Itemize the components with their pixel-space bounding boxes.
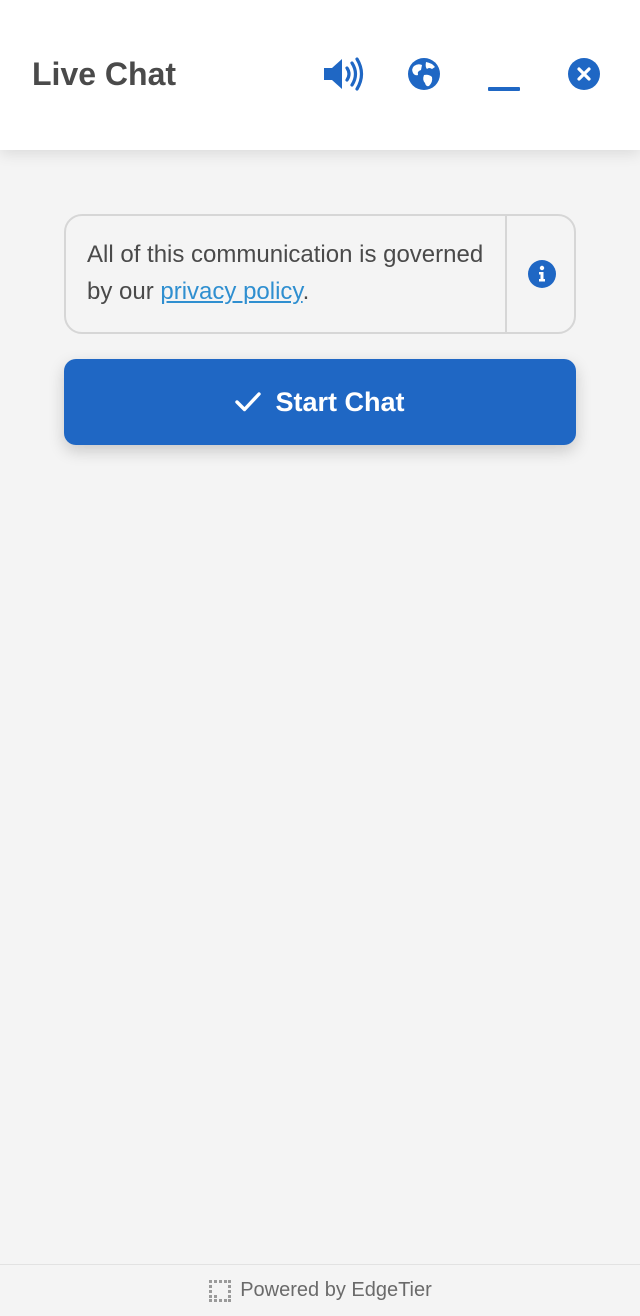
start-chat-button[interactable]: Start Chat bbox=[64, 359, 576, 445]
globe-icon bbox=[408, 58, 440, 90]
privacy-notice-text: All of this communication is governed by… bbox=[87, 236, 497, 310]
chat-body: All of this communication is governed by… bbox=[0, 150, 640, 1264]
check-icon bbox=[235, 392, 262, 412]
volume-icon bbox=[324, 57, 364, 91]
info-button[interactable] bbox=[507, 216, 576, 332]
info-icon bbox=[527, 260, 556, 288]
language-button[interactable] bbox=[402, 52, 446, 96]
footer: Powered by EdgeTier bbox=[0, 1264, 640, 1316]
notice-text-after: . bbox=[302, 278, 310, 305]
page-title: Live Chat bbox=[32, 56, 177, 92]
edgetier-logo-icon bbox=[209, 1279, 232, 1302]
chat-header: Live Chat bbox=[0, 0, 640, 150]
minimize-icon bbox=[488, 87, 520, 91]
powered-by-text: Powered by EdgeTier bbox=[240, 1279, 432, 1301]
privacy-notice: All of this communication is governed by… bbox=[64, 214, 576, 334]
close-icon bbox=[568, 58, 600, 90]
minimize-button[interactable] bbox=[482, 52, 526, 96]
privacy-policy-link[interactable]: privacy policy bbox=[160, 278, 302, 305]
close-button[interactable] bbox=[562, 52, 606, 96]
start-chat-label: Start Chat bbox=[275, 386, 405, 417]
sound-toggle-button[interactable] bbox=[322, 52, 366, 96]
